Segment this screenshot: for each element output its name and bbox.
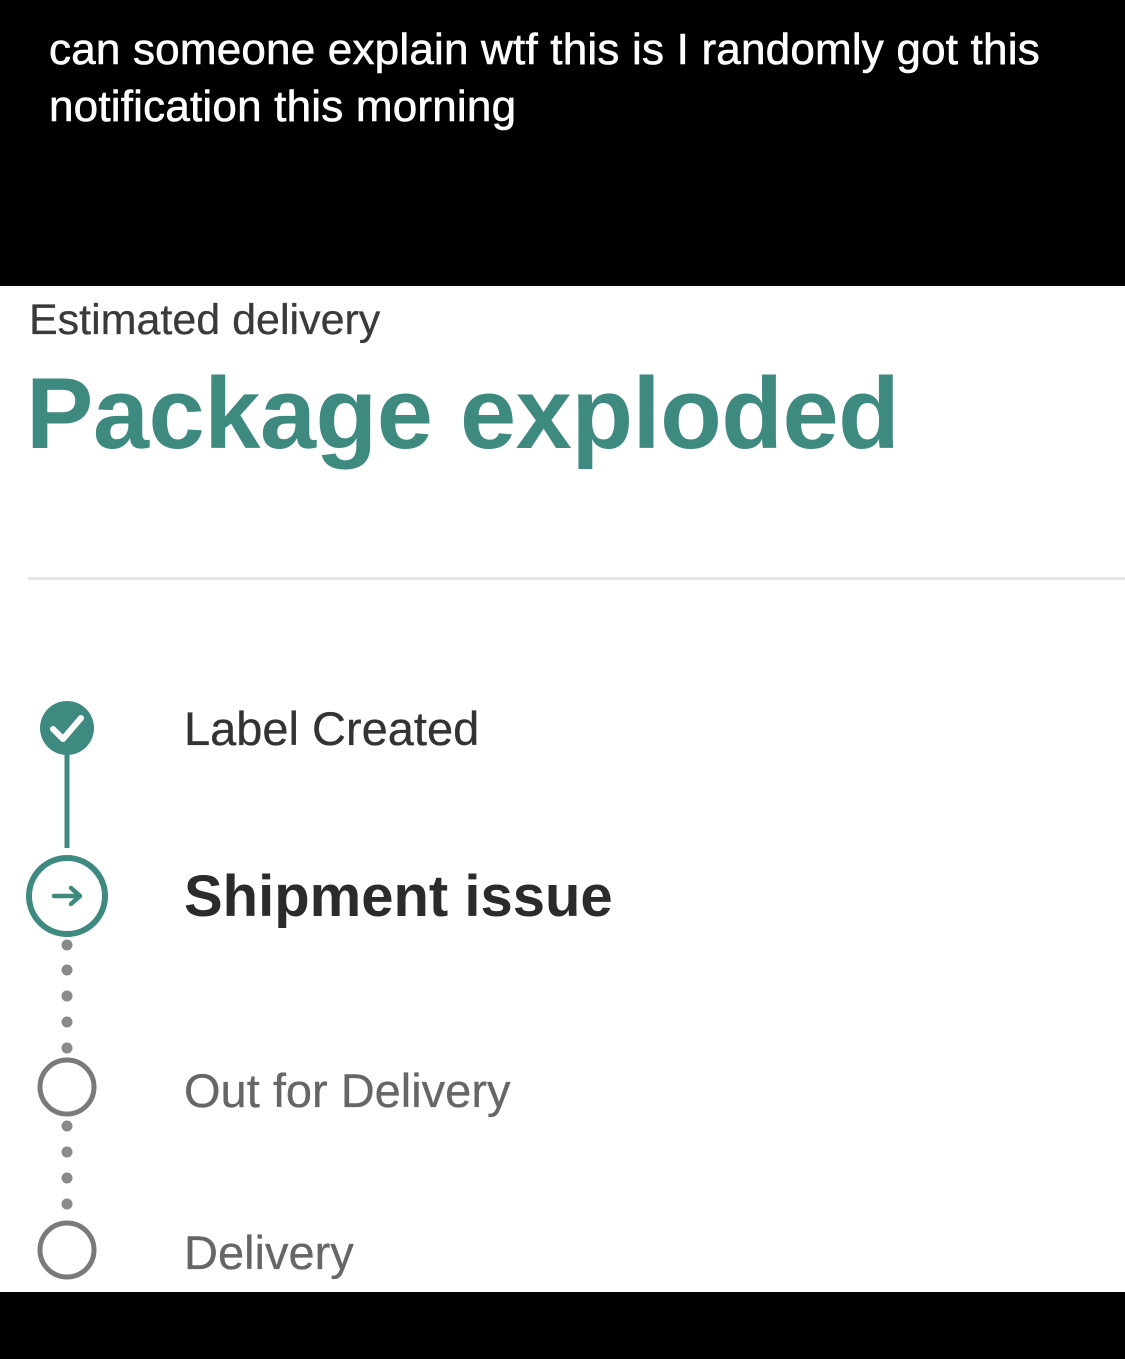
empty-circle-icon xyxy=(37,1220,97,1280)
check-circle-icon xyxy=(40,701,94,755)
tracking-timeline xyxy=(26,701,108,1280)
step-out-for-delivery: Out for Delivery xyxy=(184,1064,511,1117)
arrow-circle-icon xyxy=(26,855,108,937)
screenshot: can someone explain wtf this is I random… xyxy=(0,0,1125,1359)
delivery-status-title: Package exploded xyxy=(26,358,900,470)
timeline-connector-dotted xyxy=(61,939,73,1054)
divider xyxy=(28,577,1125,580)
tracking-card: Estimated delivery Package exploded Labe… xyxy=(0,286,1125,1292)
empty-circle-icon xyxy=(37,1057,97,1117)
step-delivery: Delivery xyxy=(184,1226,354,1279)
post-caption: can someone explain wtf this is I random… xyxy=(49,25,1040,132)
timeline-connector-dotted xyxy=(61,1120,73,1210)
bottom-bar xyxy=(0,1292,1125,1359)
post-caption-area: can someone explain wtf this is I random… xyxy=(0,0,1125,286)
step-shipment-issue: Shipment issue xyxy=(184,864,613,929)
step-label-created: Label Created xyxy=(184,702,480,755)
